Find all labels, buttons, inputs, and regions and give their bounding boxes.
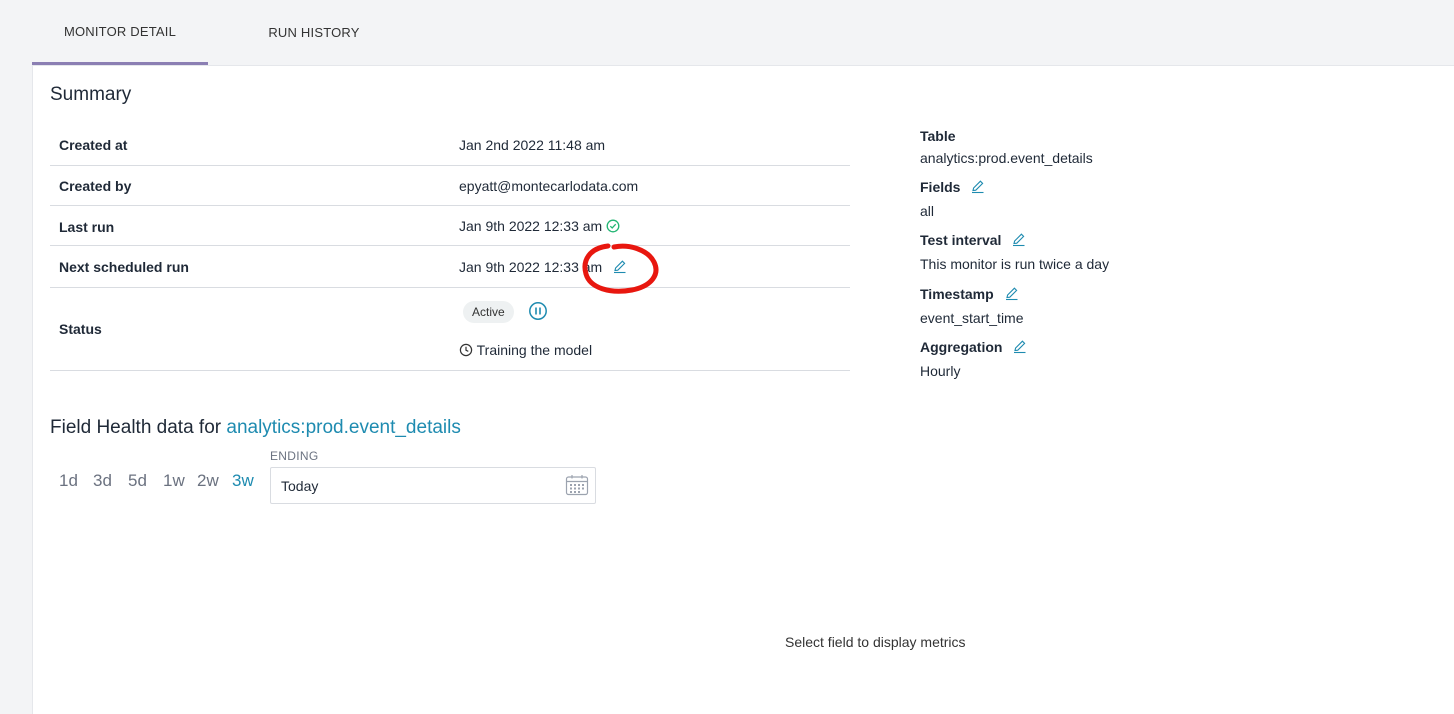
range-1w[interactable]: 1w [163, 471, 185, 491]
ending-label: ENDING [270, 449, 319, 463]
timestamp-value: event_start_time [920, 310, 1024, 326]
clock-icon [459, 343, 473, 360]
range-1d[interactable]: 1d [59, 471, 78, 491]
summary-row-next-run: Next scheduled run Jan 9th 2022 12:33 am [50, 246, 850, 288]
row-label: Created by [59, 178, 132, 194]
timestamp-label: Timestamp [920, 286, 1019, 304]
row-value: Jan 9th 2022 12:33 am [459, 218, 620, 236]
test-interval-label: Test interval [920, 232, 1026, 250]
summary-row-created-by: Created by epyatt@montecarlodata.com [50, 166, 850, 206]
fields-label-text: Fields [920, 179, 961, 195]
status-badge: Active [463, 301, 514, 324]
summary-row-last-run: Last run Jan 9th 2022 12:33 am [50, 206, 850, 246]
fields-value: all [920, 203, 935, 219]
table-value: analytics:prod.event_details [920, 150, 1093, 166]
timestamp-label-text: Timestamp [920, 286, 994, 302]
empty-metrics-message: Select field to display metrics [785, 634, 966, 650]
ending-date-input[interactable] [270, 467, 596, 504]
row-value: Jan 2nd 2022 11:48 am [459, 137, 606, 153]
tab-bar: MONITOR DETAIL RUN HISTORY [0, 0, 1454, 65]
row-label: Last run [59, 219, 115, 235]
aggregation-label-text: Aggregation [920, 339, 1003, 355]
range-3w[interactable]: 3w [232, 471, 254, 491]
table-label: Table [920, 128, 956, 144]
range-5d[interactable]: 5d [128, 471, 147, 491]
field-health-title: Field Health data for analytics:prod.eve… [50, 417, 461, 439]
aggregation-value: Hourly [920, 363, 961, 379]
last-run-value: Jan 9th 2022 12:33 am [459, 218, 603, 234]
row-value: epyatt@montecarlodata.com [459, 178, 639, 194]
training-status: Training the model [459, 342, 592, 360]
calendar-icon[interactable] [565, 474, 589, 501]
row-label: Next scheduled run [59, 259, 189, 275]
range-3d[interactable]: 3d [93, 471, 112, 491]
row-label: Created at [59, 137, 128, 153]
table-link[interactable]: analytics:prod.event_details [226, 417, 460, 438]
edit-icon[interactable] [1012, 339, 1027, 357]
aggregation-label: Aggregation [920, 339, 1027, 357]
row-label: Status [59, 321, 102, 337]
fields-label: Fields [920, 179, 985, 197]
training-text: Training the model [476, 342, 593, 358]
test-interval-value: This monitor is run twice a day [920, 256, 1110, 272]
tab-monitor-detail[interactable]: MONITOR DETAIL [32, 0, 208, 65]
pause-icon[interactable] [528, 301, 548, 324]
edit-icon[interactable] [970, 179, 985, 197]
edit-icon[interactable] [612, 259, 627, 277]
check-circle-icon [606, 219, 620, 236]
summary-title: Summary [50, 84, 132, 105]
tab-run-history[interactable]: RUN HISTORY [226, 0, 402, 65]
edit-icon[interactable] [1004, 286, 1019, 304]
summary-row-created-at: Created at Jan 2nd 2022 11:48 am [50, 125, 850, 166]
summary-row-status: Status Active Training the model [50, 288, 850, 371]
edit-icon[interactable] [1011, 232, 1026, 250]
row-value: Jan 9th 2022 12:33 am [459, 259, 627, 277]
field-health-title-prefix: Field Health data for [50, 417, 227, 438]
range-2w[interactable]: 2w [197, 471, 219, 491]
test-interval-label-text: Test interval [920, 232, 1002, 248]
status-value: Active [463, 301, 548, 324]
next-run-value: Jan 9th 2022 12:33 am [459, 259, 603, 275]
